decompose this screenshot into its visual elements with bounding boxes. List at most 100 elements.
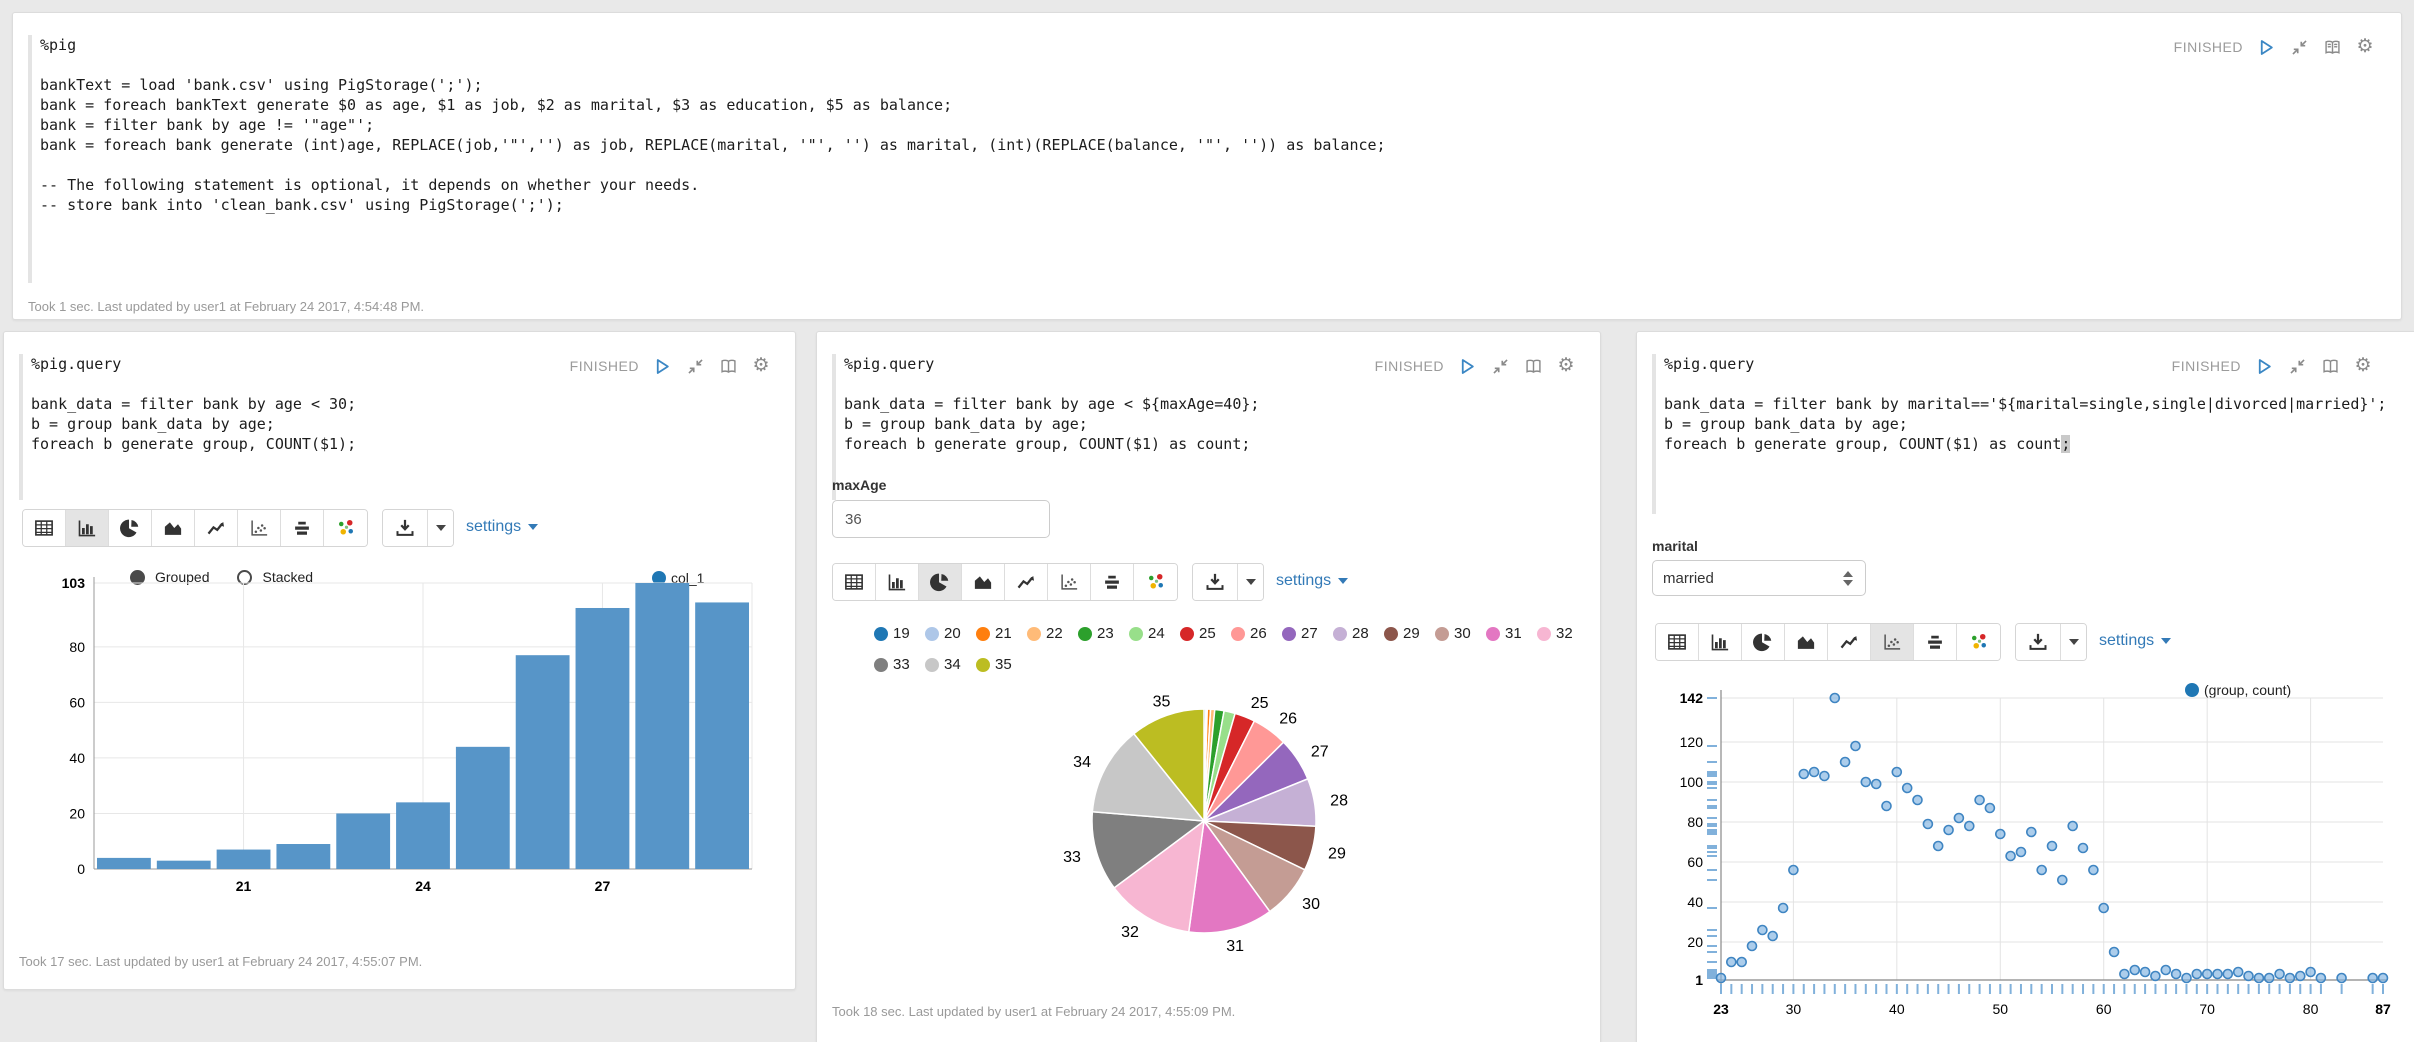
code-line [844,374,1259,394]
legend-item-29[interactable]: 29 [1384,620,1435,648]
legend-item-34[interactable]: 34 [925,651,976,679]
bar-chart-icon [1710,632,1730,652]
legend-item-35[interactable]: 35 [976,651,1027,679]
legend-item-24[interactable]: 24 [1129,620,1180,648]
viz-bubble-chart-button[interactable] [1957,624,2000,660]
download-button[interactable] [1193,564,1237,600]
viz-table-button[interactable] [1656,624,1699,660]
code-editor[interactable]: %pig.query bank_data = filter bank by ag… [31,354,356,454]
viz-bar-chart-button[interactable] [1699,624,1742,660]
legend-item-32[interactable]: 32 [1537,620,1588,648]
code-line: bank_data = filter bank by age < ${maxAg… [844,394,1259,414]
legend-item-33[interactable]: 33 [874,651,925,679]
line-chart-icon [1839,632,1859,652]
viz-area-chart-button[interactable] [1785,624,1828,660]
viz-pie-chart-button[interactable] [919,564,962,600]
viz-scatter-chart-button[interactable] [1871,624,1914,660]
viz-bar-chart-button[interactable] [66,510,109,546]
code-line: bankText = load 'bank.csv' using PigStor… [40,75,1386,95]
viz-line-chart-button[interactable] [1828,624,1871,660]
gear-icon[interactable]: ⚙ [1556,356,1576,376]
gear-icon[interactable]: ⚙ [2353,356,2373,376]
viz-bar-chart-button[interactable] [876,564,919,600]
legend-item-28[interactable]: 28 [1333,620,1384,648]
grouped-radio[interactable] [130,570,145,585]
code-line: -- The following statement is optional, … [40,175,1386,195]
code-line: b = group bank_data by age; [31,414,356,434]
table-icon [34,518,54,538]
status-label: FINISHED [570,358,639,374]
stacked-radio[interactable] [237,570,252,585]
viz-area-chart-button[interactable] [152,510,195,546]
settings-link[interactable]: settings [1276,563,1348,599]
viz-bubble-chart-button[interactable] [1134,564,1177,600]
legend-item-30[interactable]: 30 [1435,620,1486,648]
viz-pie-chart-button[interactable] [109,510,152,546]
maxage-input[interactable] [832,500,1050,538]
download-caret-button[interactable] [427,510,453,546]
horizontal-bar-icon [1102,572,1122,592]
collapse-icon[interactable] [2289,37,2309,57]
svg-text:34: 34 [1073,754,1091,771]
gear-icon[interactable]: ⚙ [2355,37,2375,57]
legend-item-31[interactable]: 31 [1486,620,1537,648]
viz-line-chart-button[interactable] [195,510,238,546]
code-editor[interactable]: %pig bankText = load 'bank.csv' using Pi… [40,35,1386,215]
legend-item-20[interactable]: 20 [925,620,976,648]
run-icon[interactable] [652,356,672,376]
viz-horizontal-bar-button[interactable] [1914,624,1957,660]
svg-text:80: 80 [2303,1001,2319,1017]
code-line: %pig.query [844,354,1259,374]
book-icon[interactable] [1523,356,1543,376]
viz-table-button[interactable] [23,510,66,546]
viz-line-chart-button[interactable] [1005,564,1048,600]
code-line: %pig.query [31,354,356,374]
bar-27 [576,608,630,869]
viz-area-chart-button[interactable] [962,564,1005,600]
download-button[interactable] [383,510,427,546]
download-button[interactable] [2016,624,2060,660]
legend-item-26[interactable]: 26 [1231,620,1282,648]
run-icon[interactable] [2256,37,2276,57]
viz-pie-chart-button[interactable] [1742,624,1785,660]
legend-item-23[interactable]: 23 [1078,620,1129,648]
bar-19 [97,858,151,869]
legend-item-22[interactable]: 22 [1027,620,1078,648]
collapse-icon[interactable] [1490,356,1510,376]
viz-horizontal-bar-button[interactable] [1091,564,1134,600]
legend-label: (group, count) [2204,682,2291,698]
legend-item-21[interactable]: 21 [976,620,1027,648]
scatter-series-legend[interactable]: (group, count) [2185,682,2291,698]
download-caret-button[interactable] [1237,564,1263,600]
svg-text:40: 40 [69,750,85,766]
code-editor[interactable]: %pig.query bank_data = filter bank by ag… [844,354,1259,454]
collapse-icon[interactable] [685,356,705,376]
code-line [40,155,1386,175]
bar-series-legend[interactable]: col_1 [652,570,704,586]
gear-icon[interactable]: ⚙ [751,356,771,376]
legend-item-25[interactable]: 25 [1180,620,1231,648]
book-icon[interactable] [2322,37,2342,57]
stacked-label[interactable]: Stacked [262,569,313,585]
collapse-icon[interactable] [2287,356,2307,376]
scatter-chart-icon [1059,572,1079,592]
viz-horizontal-bar-button[interactable] [281,510,324,546]
settings-link[interactable]: settings [2099,623,2171,659]
run-icon[interactable] [2254,356,2274,376]
viz-scatter-chart-button[interactable] [238,510,281,546]
legend-item-19[interactable]: 19 [874,620,925,648]
grouped-label[interactable]: Grouped [155,569,209,585]
run-icon[interactable] [1457,356,1477,376]
table-icon [844,572,864,592]
book-icon[interactable] [718,356,738,376]
viz-bubble-chart-button[interactable] [324,510,367,546]
download-caret-button[interactable] [2060,624,2086,660]
marital-select[interactable]: married [1652,560,1866,596]
legend-item-27[interactable]: 27 [1282,620,1333,648]
table-icon [1667,632,1687,652]
viz-table-button[interactable] [833,564,876,600]
viz-scatter-chart-button[interactable] [1048,564,1091,600]
book-icon[interactable] [2320,356,2340,376]
settings-label: settings [1276,572,1331,590]
settings-link[interactable]: settings [466,509,538,545]
